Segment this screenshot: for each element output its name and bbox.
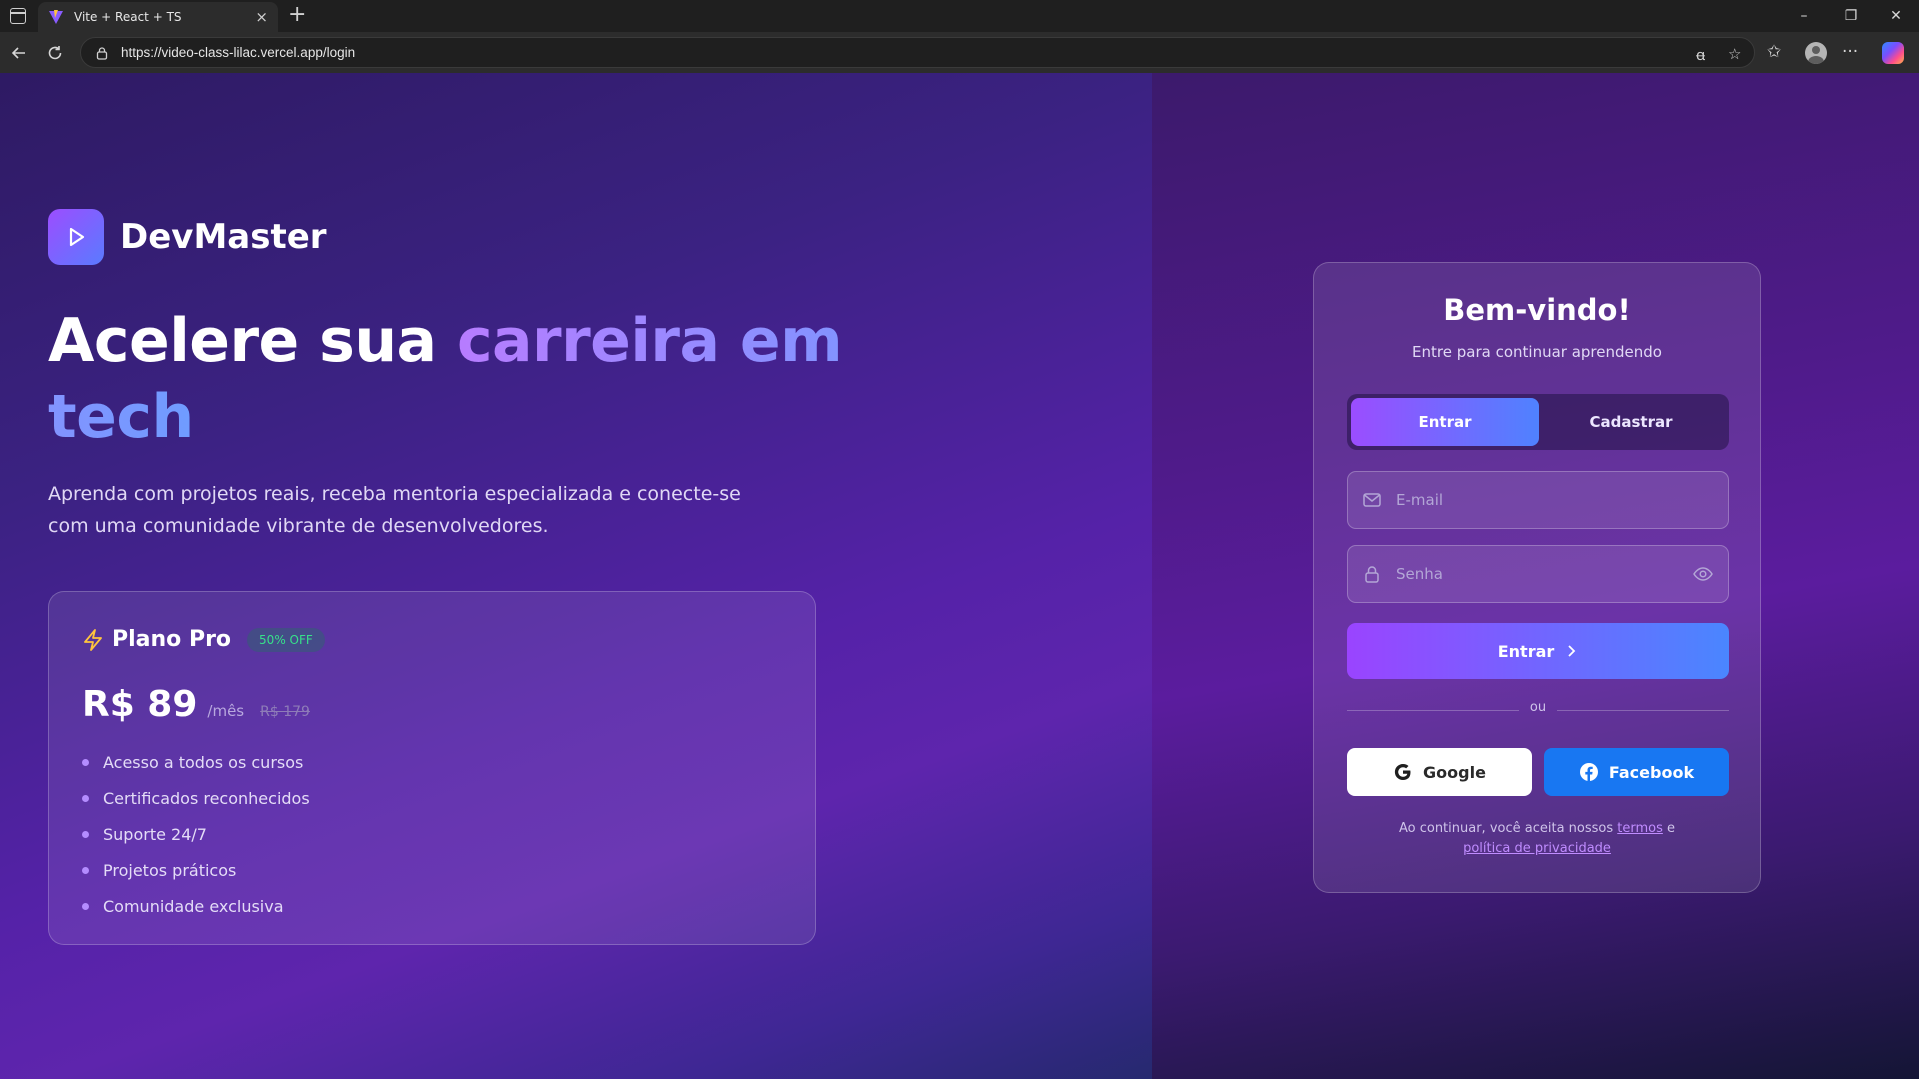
more-menu-icon[interactable]: ··· xyxy=(1842,42,1858,62)
tab-title: Vite + React + TS xyxy=(74,10,182,24)
facebook-label: Facebook xyxy=(1608,762,1695,782)
tab-close-icon[interactable]: × xyxy=(255,9,268,25)
lightning-icon xyxy=(84,628,102,651)
hero-description: Aprenda com projetos reais, receba mento… xyxy=(48,483,741,537)
facebook-icon xyxy=(1579,763,1598,781)
brand-name: DevMaster xyxy=(120,217,327,257)
profile-avatar[interactable] xyxy=(1805,42,1827,64)
google-label: Google xyxy=(1423,762,1486,782)
email-input[interactable] xyxy=(1396,491,1728,509)
new-tab-icon[interactable]: + xyxy=(288,3,306,27)
password-input[interactable] xyxy=(1396,565,1692,583)
list-item: Acesso a todos os cursos xyxy=(82,744,310,780)
terms-prefix: Ao continuar, você aceita nossos xyxy=(1398,821,1618,836)
mail-icon xyxy=(1363,493,1381,507)
bullet-icon xyxy=(82,758,89,766)
browser-tab[interactable]: Vite + React + TS × xyxy=(38,2,278,32)
list-item: Comunidade exclusiva xyxy=(82,888,310,924)
chevron-right-icon xyxy=(1568,645,1576,657)
show-password-icon[interactable] xyxy=(1692,563,1714,585)
terms-link[interactable]: termos xyxy=(1617,821,1663,836)
price-row: R$ 89 /mês R$ 179 xyxy=(82,684,310,725)
copilot-icon[interactable] xyxy=(1882,42,1904,64)
login-page: DevMaster Acelere sua carreira em tech A… xyxy=(0,73,1919,1079)
facebook-login-button[interactable]: Facebook xyxy=(1544,748,1729,796)
bullet-icon xyxy=(82,794,89,802)
headline-plain: Acelere sua xyxy=(48,306,457,376)
site-info-icon[interactable] xyxy=(95,46,109,60)
plan-features: Acesso a todos os cursos Certificados re… xyxy=(82,744,310,924)
plan-card: Plano Pro 50% OFF R$ 89 /mês R$ 179 Aces… xyxy=(48,591,816,945)
feature-label: Acesso a todos os cursos xyxy=(103,752,304,772)
google-icon xyxy=(1394,764,1411,780)
plan-old-price: R$ 179 xyxy=(260,704,310,720)
feature-label: Projetos práticos xyxy=(103,860,237,880)
favorites-icon[interactable]: ✩ xyxy=(1767,42,1781,62)
tab-register[interactable]: Cadastrar xyxy=(1537,398,1725,446)
brand: DevMaster xyxy=(48,209,327,265)
reload-icon[interactable] xyxy=(44,42,66,64)
email-field[interactable] xyxy=(1347,471,1729,529)
vite-favicon-icon xyxy=(49,10,63,24)
left-panel: DevMaster Acelere sua carreira em tech A… xyxy=(0,73,1152,1079)
tab-actions-icon[interactable] xyxy=(10,8,26,24)
or-divider: ou xyxy=(1347,700,1729,720)
close-window-icon[interactable]: ✕ xyxy=(1886,6,1906,26)
bullet-icon xyxy=(82,866,89,874)
auth-tabs: Entrar Cadastrar xyxy=(1347,394,1729,450)
divider-text: ou xyxy=(1529,700,1547,715)
address-bar[interactable]: https://video-class-lilac.vercel.app/log… xyxy=(80,37,1755,68)
play-logo-icon xyxy=(48,209,104,265)
url-text[interactable]: https://video-class-lilac.vercel.app/log… xyxy=(121,45,355,60)
feature-label: Comunidade exclusiva xyxy=(103,896,284,916)
tab-login[interactable]: Entrar xyxy=(1351,398,1539,446)
google-login-button[interactable]: Google xyxy=(1347,748,1532,796)
terms-text: Ao continuar, você aceita nossos termos … xyxy=(1314,819,1760,859)
plan-price: R$ 89 xyxy=(82,684,198,725)
login-title: Bem-vindo! xyxy=(1443,293,1631,327)
feature-label: Suporte 24/7 xyxy=(103,824,207,844)
bullet-icon xyxy=(82,830,89,838)
password-field[interactable] xyxy=(1347,545,1729,603)
discount-badge: 50% OFF xyxy=(247,627,325,652)
login-card: Bem-vindo! Entre para continuar aprenden… xyxy=(1313,262,1761,893)
back-icon[interactable] xyxy=(8,42,30,64)
privacy-link[interactable]: política de privacidade xyxy=(1463,841,1611,856)
list-item: Projetos práticos xyxy=(82,852,310,888)
plan-title: Plano Pro xyxy=(112,627,232,652)
restore-icon[interactable]: ❐ xyxy=(1841,6,1861,26)
browser-toolbar: https://video-class-lilac.vercel.app/log… xyxy=(0,32,1919,73)
translate-icon[interactable]: ꬰ xyxy=(1696,45,1705,65)
list-item: Certificados reconhecidos xyxy=(82,780,310,816)
login-subtitle: Entre para continuar aprendendo xyxy=(1412,343,1662,361)
submit-label: Entrar xyxy=(1497,641,1555,661)
minimize-icon[interactable]: – xyxy=(1794,6,1814,26)
plan-period: /mês xyxy=(207,702,245,720)
feature-label: Certificados reconhecidos xyxy=(103,788,310,808)
favorite-star-icon[interactable]: ☆ xyxy=(1728,45,1741,63)
browser-tab-strip: Vite + React + TS × + – ❐ ✕ xyxy=(0,0,1919,32)
plan-header: Plano Pro 50% OFF xyxy=(82,627,325,652)
hero-headline: Acelere sua carreira em tech xyxy=(48,303,848,455)
lock-icon xyxy=(1365,566,1379,583)
list-item: Suporte 24/7 xyxy=(82,816,310,852)
bullet-icon xyxy=(82,902,89,910)
login-submit-button[interactable]: Entrar xyxy=(1347,623,1729,679)
terms-mid: e xyxy=(1662,821,1676,836)
